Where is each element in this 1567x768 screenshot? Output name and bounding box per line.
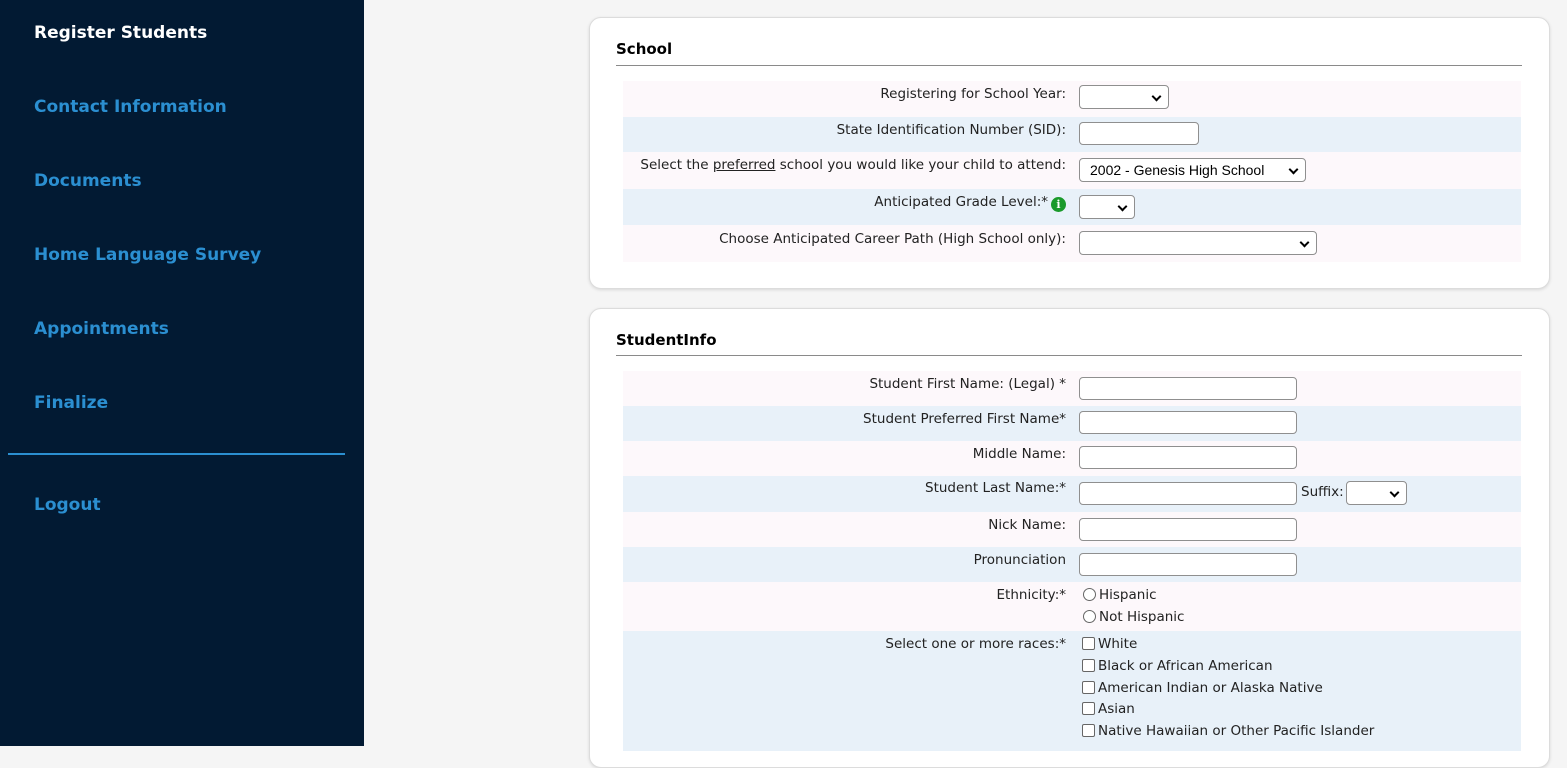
grade-level-select[interactable] — [1079, 195, 1135, 219]
student-info-card: StudentInfo Student First Name: (Legal) … — [589, 308, 1550, 768]
chevron-down-icon — [1299, 237, 1310, 248]
chevron-down-icon — [1389, 487, 1400, 498]
nick-name-input[interactable] — [1079, 518, 1297, 541]
student-info-section-rule — [616, 355, 1522, 356]
career-path-select[interactable] — [1079, 231, 1317, 255]
race-option-american-indian[interactable]: American Indian or Alaska Native — [1082, 680, 1323, 696]
school-year-row: Registering for School Year: — [623, 81, 1521, 117]
school-year-label: Registering for School Year: — [880, 86, 1066, 102]
race-option-white[interactable]: White — [1082, 636, 1137, 652]
nav-logout[interactable]: Logout — [34, 495, 101, 515]
first-name-row: Student First Name: (Legal) * — [623, 371, 1521, 406]
ethnicity-label: Ethnicity:* — [996, 587, 1066, 603]
checkbox[interactable] — [1082, 724, 1095, 737]
preferred-first-name-label: Student Preferred First Name* — [863, 411, 1066, 427]
checkbox[interactable] — [1082, 702, 1095, 715]
preferred-school-row: Select the preferred school you would li… — [623, 152, 1521, 189]
first-name-input[interactable] — [1079, 377, 1297, 400]
preferred-first-name-row: Student Preferred First Name* — [623, 406, 1521, 441]
nick-name-row: Nick Name: — [623, 512, 1521, 547]
info-icon[interactable]: i — [1051, 197, 1066, 212]
radio-button[interactable] — [1083, 588, 1096, 601]
radio-button[interactable] — [1083, 610, 1096, 623]
grade-level-row: Anticipated Grade Level:* i — [623, 189, 1521, 225]
last-name-label: Student Last Name:* — [925, 480, 1066, 496]
nick-name-label: Nick Name: — [988, 517, 1066, 533]
nav-divider — [8, 453, 345, 455]
grade-level-label: Anticipated Grade Level:* i — [874, 194, 1066, 212]
pronunciation-row: Pronunciation — [623, 547, 1521, 582]
sid-label: State Identification Number (SID): — [836, 122, 1066, 138]
middle-name-input[interactable] — [1079, 446, 1297, 469]
suffix-select[interactable] — [1346, 481, 1407, 505]
nav-finalize[interactable]: Finalize — [34, 393, 108, 413]
pronunciation-input[interactable] — [1079, 553, 1297, 576]
career-path-label: Choose Anticipated Career Path (High Sch… — [719, 231, 1066, 247]
checkbox[interactable] — [1082, 659, 1095, 672]
preferred-school-select[interactable]: 2002 - Genesis High School — [1079, 158, 1306, 182]
nav-home-language-survey[interactable]: Home Language Survey — [34, 245, 261, 265]
school-section-title: School — [616, 40, 673, 58]
nav-documents[interactable]: Documents — [34, 171, 142, 191]
chevron-down-icon — [1288, 164, 1299, 175]
race-option-black[interactable]: Black or African American — [1082, 658, 1273, 674]
checkbox[interactable] — [1082, 637, 1095, 650]
first-name-label: Student First Name: (Legal) * — [869, 376, 1066, 392]
sid-input[interactable] — [1079, 122, 1199, 145]
sid-row: State Identification Number (SID): — [623, 117, 1521, 152]
preferred-school-label: Select the preferred school you would li… — [640, 157, 1066, 173]
nav-contact-information[interactable]: Contact Information — [34, 97, 227, 117]
ethnicity-option-hispanic[interactable]: Hispanic — [1083, 587, 1157, 603]
last-name-row: Student Last Name:* Suffix: — [623, 476, 1521, 512]
races-label: Select one or more races:* — [885, 636, 1066, 652]
chevron-down-icon — [1151, 91, 1162, 102]
checkbox[interactable] — [1082, 681, 1095, 694]
races-row: Select one or more races:* White Black o… — [623, 631, 1521, 751]
suffix-label: Suffix: — [1301, 484, 1344, 500]
student-info-section-title: StudentInfo — [616, 331, 717, 349]
race-option-asian[interactable]: Asian — [1082, 701, 1135, 717]
ethnicity-option-not-hispanic[interactable]: Not Hispanic — [1083, 609, 1184, 625]
chevron-down-icon — [1117, 201, 1128, 212]
pronunciation-label: Pronunciation — [973, 552, 1066, 568]
school-year-select[interactable] — [1079, 85, 1169, 109]
race-option-native-hawaiian[interactable]: Native Hawaiian or Other Pacific Islande… — [1082, 723, 1374, 739]
middle-name-row: Middle Name: — [623, 441, 1521, 476]
ethnicity-row: Ethnicity:* Hispanic Not Hispanic — [623, 582, 1521, 631]
nav-register-students[interactable]: Register Students — [34, 23, 207, 43]
last-name-input[interactable] — [1079, 482, 1297, 505]
school-section-rule — [616, 65, 1522, 66]
nav-appointments[interactable]: Appointments — [34, 319, 169, 339]
sidebar: Register Students Contact Information Do… — [0, 0, 364, 746]
career-path-row: Choose Anticipated Career Path (High Sch… — [623, 225, 1521, 262]
school-card: School Registering for School Year: Stat… — [589, 17, 1550, 289]
middle-name-label: Middle Name: — [972, 446, 1066, 462]
preferred-first-name-input[interactable] — [1079, 411, 1297, 434]
